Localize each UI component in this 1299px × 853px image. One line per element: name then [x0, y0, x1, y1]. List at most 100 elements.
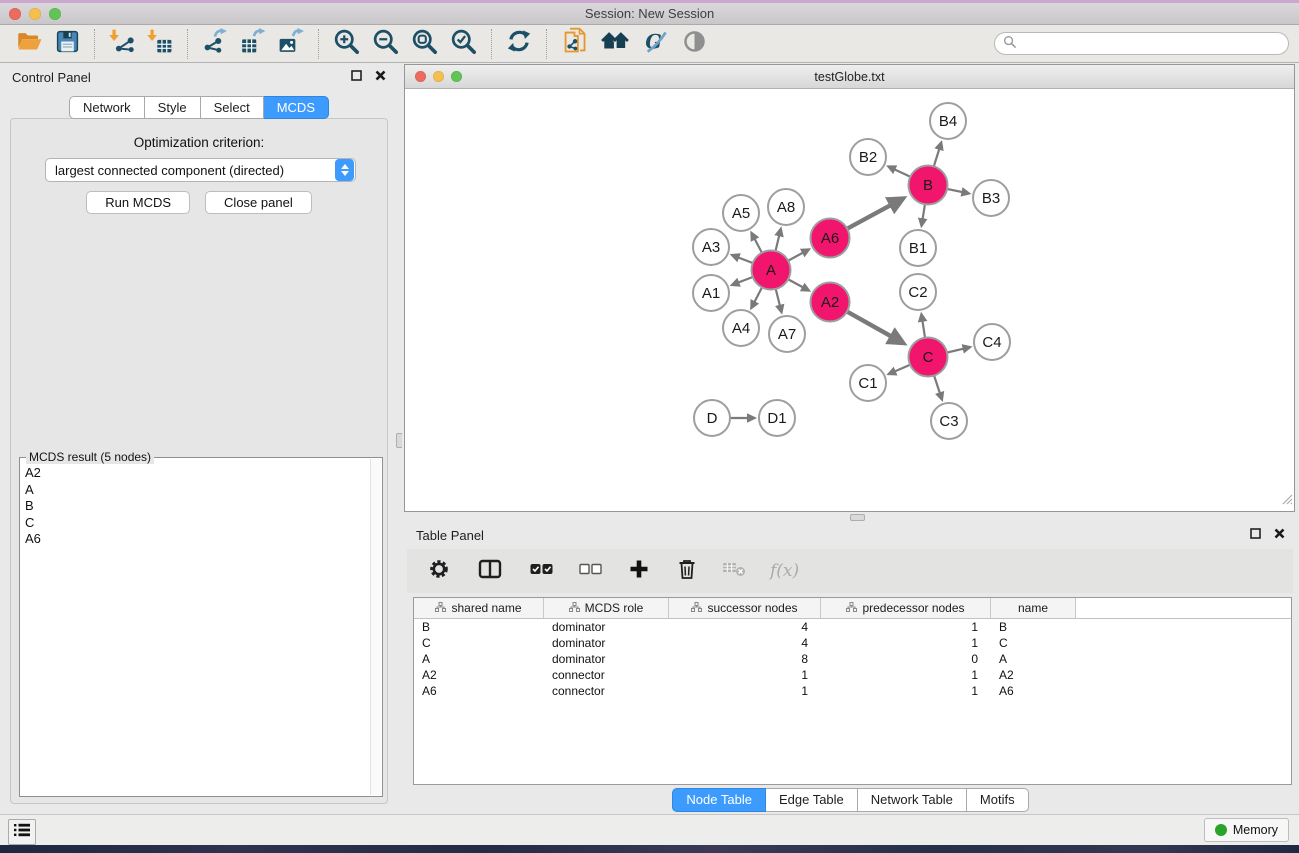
toggle-details-button[interactable]: G [636, 28, 675, 60]
table-row[interactable]: Cdominator41C [414, 635, 1291, 651]
apply-layout-button[interactable] [500, 28, 538, 60]
graph-node-A[interactable]: A [752, 251, 791, 290]
column-header-name[interactable]: name [991, 598, 1076, 618]
table-row[interactable]: A2connector11A2 [414, 667, 1291, 683]
close-panel-icon[interactable] [375, 68, 386, 86]
new-network-from-selection-button[interactable] [555, 28, 594, 60]
table-row[interactable]: A6connector11A6 [414, 683, 1291, 699]
graph-node-C4[interactable]: C4 [974, 324, 1010, 360]
window-resize-grip[interactable] [1280, 492, 1293, 510]
select-all-columns-button[interactable] [521, 553, 562, 589]
graph-node-A4[interactable]: A4 [723, 310, 759, 346]
table-cell[interactable]: dominator [544, 651, 669, 667]
export-table-button[interactable] [234, 28, 272, 60]
table-cell[interactable]: A6 [991, 683, 1076, 699]
memory-button[interactable]: Memory [1204, 818, 1289, 842]
tab-style[interactable]: Style [145, 96, 201, 119]
float-panel-icon[interactable] [1250, 526, 1261, 544]
table-cell[interactable]: 1 [821, 667, 991, 683]
graph-node-A6[interactable]: A6 [811, 219, 850, 258]
zoom-in-button[interactable] [327, 28, 366, 60]
result-scrollbar[interactable] [370, 459, 381, 795]
table-cell[interactable]: 4 [669, 635, 821, 651]
graph-node-C2[interactable]: C2 [900, 274, 936, 310]
task-history-button[interactable] [8, 819, 36, 845]
table-cell[interactable]: 1 [669, 683, 821, 699]
float-panel-icon[interactable] [351, 68, 362, 86]
divider-grip[interactable] [850, 514, 865, 521]
table-cell[interactable]: C [414, 635, 544, 651]
table-cell[interactable]: C [991, 635, 1076, 651]
function-builder-button[interactable]: f(x) [761, 553, 808, 589]
mcds-result-item[interactable]: A [25, 482, 366, 499]
graph-node-C[interactable]: C [909, 338, 948, 377]
graph-node-A5[interactable]: A5 [723, 195, 759, 231]
graph-node-A1[interactable]: A1 [693, 275, 729, 311]
table-cell[interactable]: A2 [414, 667, 544, 683]
table-cell[interactable]: 1 [669, 667, 821, 683]
table-cell[interactable]: A6 [414, 683, 544, 699]
open-session-button[interactable] [10, 28, 49, 60]
mcds-result-item[interactable]: A2 [25, 465, 366, 482]
table-cell[interactable]: B [991, 619, 1076, 635]
column-header-predecessor-nodes[interactable]: predecessor nodes [821, 598, 991, 618]
table-settings-button[interactable] [419, 553, 459, 589]
graph-node-A7[interactable]: A7 [769, 316, 805, 352]
show-hide-graphics-button[interactable] [675, 28, 714, 60]
table-cell[interactable]: 1 [821, 635, 991, 651]
criterion-select[interactable]: largest connected component (directed) [45, 158, 356, 182]
close-panel-icon[interactable] [1274, 526, 1285, 544]
graph-node-D1[interactable]: D1 [759, 400, 795, 436]
table-cell[interactable]: 1 [821, 683, 991, 699]
zoom-out-button[interactable] [366, 28, 405, 60]
tab-edge-table[interactable]: Edge Table [766, 788, 858, 812]
search-input[interactable] [1021, 37, 1288, 51]
export-image-button[interactable] [272, 28, 310, 60]
create-column-button[interactable] [620, 553, 658, 589]
panel-divider-horizontal[interactable] [402, 513, 1299, 521]
graph-node-D[interactable]: D [694, 400, 730, 436]
column-header-MCDS-role[interactable]: MCDS role [544, 598, 669, 618]
save-session-button[interactable] [49, 28, 86, 60]
import-table-button[interactable] [141, 28, 179, 60]
export-network-button[interactable] [196, 28, 234, 60]
table-cell[interactable]: A2 [991, 667, 1076, 683]
tab-mcds[interactable]: MCDS [264, 96, 329, 119]
mcds-result-item[interactable]: C [25, 515, 366, 532]
run-mcds-button[interactable]: Run MCDS [86, 191, 190, 214]
tab-node-table[interactable]: Node Table [672, 788, 766, 812]
graph-node-A3[interactable]: A3 [693, 229, 729, 265]
table-cell[interactable]: connector [544, 667, 669, 683]
table-cell[interactable]: A [991, 651, 1076, 667]
tab-select[interactable]: Select [201, 96, 264, 119]
tab-motifs[interactable]: Motifs [967, 788, 1029, 812]
graph-node-B[interactable]: B [909, 166, 948, 205]
graph-node-A8[interactable]: A8 [768, 189, 804, 225]
table-cell[interactable]: dominator [544, 619, 669, 635]
graph-node-B1[interactable]: B1 [900, 230, 936, 266]
zoom-selected-button[interactable] [444, 28, 483, 60]
close-panel-button[interactable]: Close panel [205, 191, 312, 214]
graph-node-B2[interactable]: B2 [850, 139, 886, 175]
graph-node-C3[interactable]: C3 [931, 403, 967, 439]
column-header-shared-name[interactable]: shared name [414, 598, 544, 618]
table-cell[interactable]: A [414, 651, 544, 667]
window-titlebar[interactable]: Session: New Session [0, 3, 1299, 25]
mcds-result-item[interactable]: B [25, 498, 366, 515]
network-window-titlebar[interactable]: testGlobe.txt [405, 65, 1294, 89]
search-field[interactable] [994, 32, 1289, 55]
table-cell[interactable]: 1 [821, 619, 991, 635]
show-column-button[interactable] [469, 553, 511, 589]
mcds-result-list[interactable]: A2ABCA6 [21, 459, 369, 795]
network-canvas[interactable]: B4B2BB3A8A5A6A3B1AC2A1A2A4A7C4CC1C3DD1 [405, 89, 1294, 511]
graph-node-B3[interactable]: B3 [973, 180, 1009, 216]
graph-node-B4[interactable]: B4 [930, 103, 966, 139]
tab-network-table[interactable]: Network Table [858, 788, 967, 812]
table-cell[interactable]: dominator [544, 635, 669, 651]
home-button[interactable] [594, 28, 636, 60]
deselect-all-columns-button[interactable] [570, 553, 611, 589]
zoom-fit-button[interactable] [405, 28, 444, 60]
graph-node-A2[interactable]: A2 [811, 283, 850, 322]
table-row[interactable]: Bdominator41B [414, 619, 1291, 635]
table-cell[interactable]: 4 [669, 619, 821, 635]
